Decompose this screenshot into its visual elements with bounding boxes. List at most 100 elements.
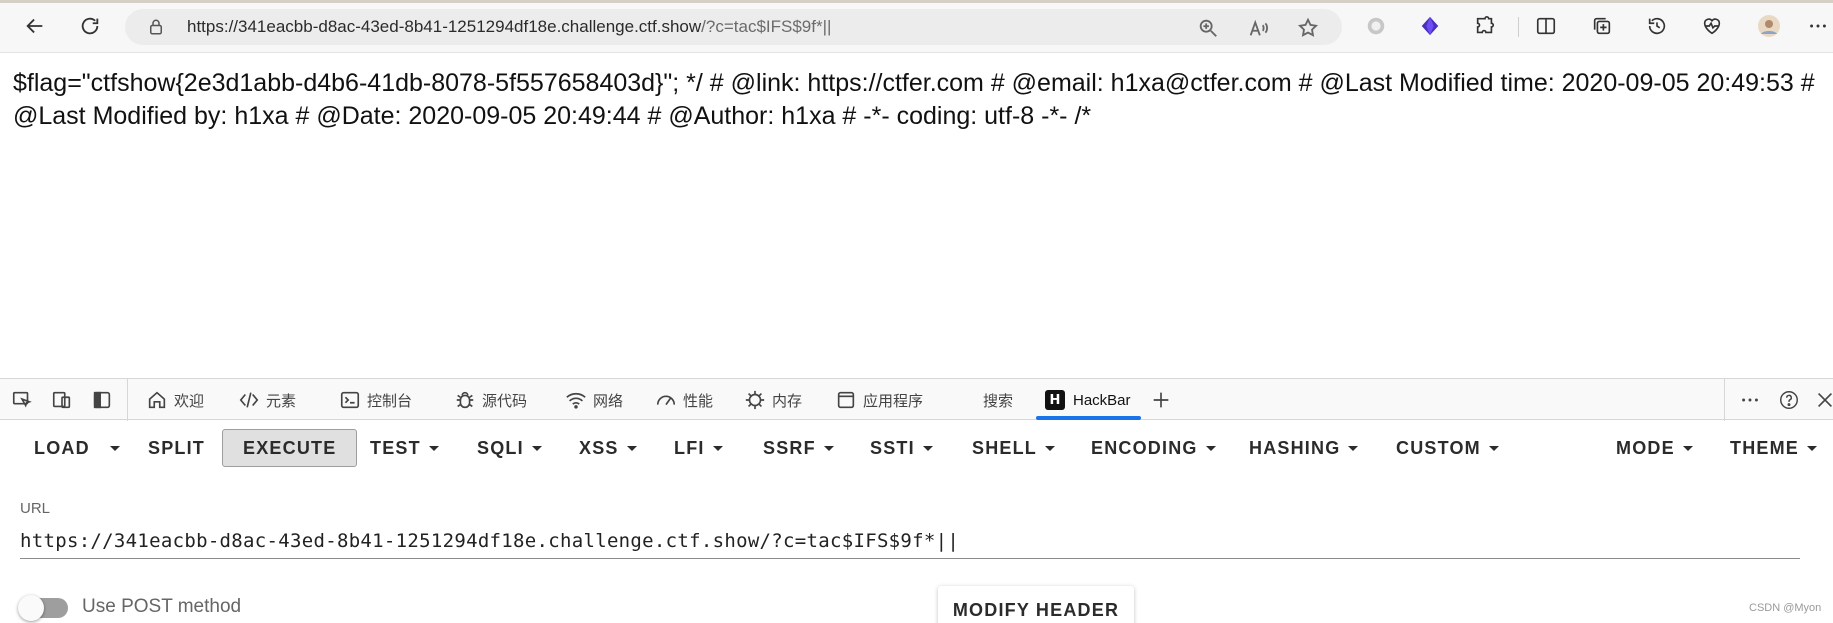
dock-sidebar-icon[interactable] [91,389,113,411]
xss-menu[interactable]: XSS [579,429,637,467]
collections-icon[interactable] [1590,14,1614,38]
code-icon [239,392,259,408]
url-input[interactable] [20,523,1800,559]
post-method-toggle[interactable] [18,595,68,621]
home-icon [148,391,166,409]
reload-icon [81,17,99,35]
tab-elements[interactable]: 元素 [238,379,296,421]
add-tab-plus-icon[interactable] [1150,389,1172,411]
address-bar[interactable]: https://341eacbb-d8ac-43ed-8b41-1251294d… [125,9,1342,45]
sqli-menu[interactable]: SQLI [477,429,542,467]
devtools-separator [127,379,128,421]
console-icon [340,391,360,409]
zoom-icon[interactable] [1197,17,1219,39]
load-dropdown-button[interactable] [105,429,125,467]
split-button[interactable]: SPLIT [148,429,205,467]
ssti-label: SSTI [870,437,915,458]
read-aloud-icon[interactable] [1247,17,1269,39]
shell-label: SHELL [972,437,1038,458]
split-screen-icon[interactable] [1534,14,1558,38]
tab-performance[interactable]: 性能 [655,379,713,421]
theme-label: THEME [1730,437,1799,458]
load-button[interactable]: LOAD [34,429,90,467]
sqli-label: SQLI [477,437,524,458]
tab-console[interactable]: 控制台 [339,379,412,421]
back-button[interactable] [20,11,50,41]
extension-circle-icon[interactable] [1364,14,1388,38]
address-path: /?c=tac$IFS$9f*|| [701,17,832,36]
chevron-down-icon [1045,445,1056,451]
chevron-down-icon [531,445,542,451]
ssti-menu[interactable]: SSTI [870,429,933,467]
more-tools-icon[interactable] [1739,389,1761,411]
wifi-icon [566,392,586,409]
split-label: SPLIT [148,437,206,458]
tab-label: 欢迎 [174,392,205,410]
gauge-icon [656,395,676,406]
tab-welcome[interactable]: 欢迎 [146,379,204,421]
encoding-menu[interactable]: ENCODING [1091,429,1216,467]
tab-label: 搜索 [983,392,1014,410]
toolbar-separator [1518,17,1519,37]
toggle-knob [18,595,44,621]
custom-menu[interactable]: CUSTOM [1396,429,1499,467]
modify-header-button[interactable]: MODIFY HEADER [938,586,1134,623]
lfi-menu[interactable]: LFI [674,429,723,467]
tab-label: HackBar [1073,391,1131,409]
health-heart-icon[interactable] [1700,14,1724,38]
chevron-down-icon [922,445,933,451]
address-url[interactable]: https://341eacbb-d8ac-43ed-8b41-1251294d… [187,17,831,37]
test-menu[interactable]: TEST [370,429,439,467]
chevron-down-icon [1807,445,1817,451]
tab-label: 网络 [593,392,624,410]
device-emulation-icon[interactable] [51,389,73,411]
tab-label: 控制台 [367,392,413,410]
execute-button[interactable]: EXECUTE [222,429,358,467]
profile-avatar[interactable] [1757,14,1781,38]
tab-label: 应用程序 [863,392,924,410]
shell-menu[interactable]: SHELL [972,429,1056,467]
hackbar-menu: LOAD SPLIT EXECUTE TEST SQLI XSS LFI SSR… [0,421,1833,473]
lfi-label: LFI [674,437,705,458]
inspect-element-icon[interactable] [11,389,33,411]
mode-label: MODE [1616,437,1675,458]
tab-application[interactable]: 应用程序 [835,379,923,421]
chevron-down-icon [110,445,120,451]
tab-memory[interactable]: 内存 [744,379,802,421]
tab-sources[interactable]: 源代码 [454,379,527,421]
extension-gem-icon[interactable] [1418,14,1442,38]
xss-label: XSS [579,437,619,458]
history-icon[interactable] [1645,14,1669,38]
chip-icon [745,390,765,410]
hashing-menu[interactable]: HASHING [1249,429,1359,467]
devtools-tabbar: 欢迎 元素 控制台 源代码 网络 性能 内存 应用程序 搜索 H HackBar [0,378,1833,421]
favorite-star-icon[interactable] [1297,17,1319,39]
app-icon [837,391,855,409]
help-icon[interactable] [1778,389,1800,411]
tab-label: 源代码 [482,392,528,410]
chevron-down-icon [712,445,723,451]
hackbar-logo-icon: H [1045,390,1065,410]
tab-hackbar[interactable]: H HackBar [1045,379,1131,421]
modify-header-label: MODIFY HEADER [952,599,1120,620]
ssrf-menu[interactable]: SSRF [763,429,834,467]
theme-menu[interactable]: THEME [1730,429,1817,467]
reload-button[interactable] [75,11,105,41]
close-devtools-icon[interactable] [1814,389,1833,411]
active-tab-indicator [1036,416,1141,420]
chevron-down-icon [1205,445,1216,451]
tab-search[interactable]: 搜索 [983,379,1013,421]
mode-menu[interactable]: MODE [1616,429,1693,467]
lock-icon[interactable] [147,18,165,36]
bug-icon [456,391,474,409]
more-menu-icon[interactable] [1806,14,1830,38]
tab-network[interactable]: 网络 [565,379,623,421]
post-method-label: Use POST method [82,596,242,617]
browser-toolbar: https://341eacbb-d8ac-43ed-8b41-1251294d… [0,0,1833,53]
test-label: TEST [370,437,421,458]
watermark-text: CSDN @Myon⁠ [1749,602,1822,614]
extensions-puzzle-icon[interactable] [1473,14,1497,38]
chevron-down-icon [428,445,439,451]
load-label: LOAD [34,437,90,458]
back-arrow-icon [26,18,43,34]
